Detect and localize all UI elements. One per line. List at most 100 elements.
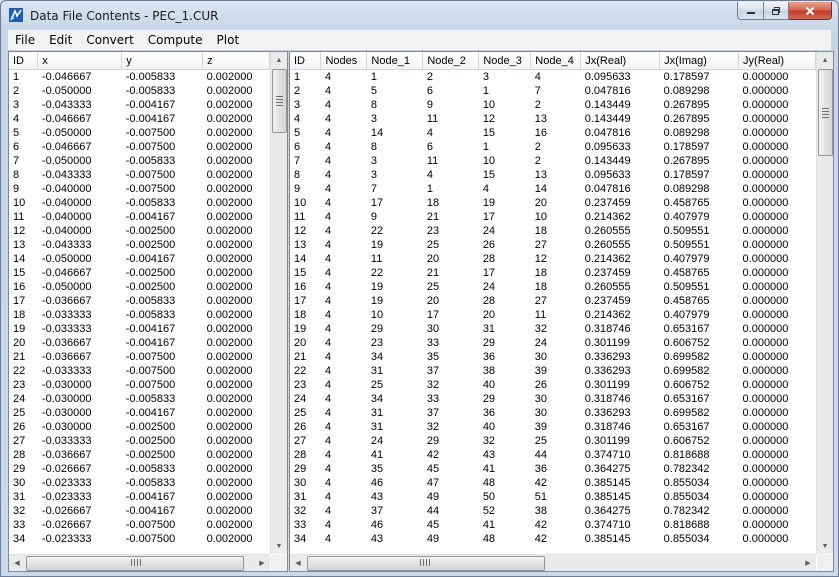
menu-compute[interactable]: Compute bbox=[141, 33, 210, 47]
column-header[interactable]: Jy(Real) bbox=[738, 52, 816, 70]
table-row[interactable]: 20 -0.036667 -0.004167 0.002000 bbox=[9, 336, 270, 350]
column-header[interactable]: Node_3 bbox=[478, 52, 532, 70]
table-row[interactable]: 33 -0.026667 -0.007500 0.002000 bbox=[9, 518, 270, 532]
table-row[interactable]: 10 -0.040000 -0.005833 0.002000 bbox=[9, 196, 270, 210]
table-row[interactable]: 14 4 11 20 28 12 0.214362 0.407979 0.000000 bbox=[290, 252, 816, 266]
menu-convert[interactable]: Convert bbox=[79, 33, 140, 47]
table-row[interactable]: 26 -0.030000 -0.002500 0.002000 bbox=[9, 420, 270, 434]
table-row[interactable]: 21 -0.036667 -0.007500 0.002000 bbox=[9, 350, 270, 364]
nodes-horizontal-scroll-thumb[interactable] bbox=[26, 556, 244, 571]
nodes-vertical-scrollbar[interactable]: ▲ ▼ bbox=[270, 52, 287, 554]
table-row[interactable]: 23 4 25 32 40 26 0.301199 0.606752 0.000000 bbox=[290, 378, 816, 392]
minimize-button[interactable] bbox=[737, 2, 764, 20]
table-row[interactable]: 20 4 23 33 29 24 0.301199 0.606752 0.000000 bbox=[290, 336, 816, 350]
scroll-down-arrow-icon[interactable]: ▼ bbox=[271, 538, 287, 554]
table-row[interactable]: 7 4 3 11 10 2 0.143449 0.267895 0.000000 bbox=[290, 154, 816, 168]
table-row[interactable]: 11 -0.040000 -0.004167 0.002000 bbox=[9, 210, 270, 224]
table-row[interactable]: 5 -0.050000 -0.007500 0.002000 bbox=[9, 126, 270, 140]
table-row[interactable]: 33 4 46 45 41 42 0.374710 0.818688 0.000000 bbox=[290, 518, 816, 532]
title-bar[interactable]: Data File Contents - PEC_1.CUR bbox=[1, 1, 838, 29]
table-row[interactable]: 6 4 8 6 1 2 0.095633 0.178597 0.000000 bbox=[290, 140, 816, 154]
scroll-right-arrow-icon[interactable]: ▶ bbox=[254, 555, 270, 571]
elements-vertical-scroll-thumb[interactable] bbox=[818, 69, 833, 156]
table-row[interactable]: 27 -0.033333 -0.002500 0.002000 bbox=[9, 434, 270, 448]
table-row[interactable]: 19 4 29 30 31 32 0.318746 0.653167 0.000000 bbox=[290, 322, 816, 336]
table-row[interactable]: 15 4 22 21 17 18 0.237459 0.458765 0.000000 bbox=[290, 266, 816, 280]
table-row[interactable]: 11 4 9 21 17 10 0.214362 0.407979 0.000000 bbox=[290, 210, 816, 224]
table-row[interactable]: 9 4 7 1 4 14 0.047816 0.089298 0.000000 bbox=[290, 182, 816, 196]
table-row[interactable]: 19 -0.033333 -0.004167 0.002000 bbox=[9, 322, 270, 336]
table-row[interactable]: 32 4 37 44 52 38 0.364275 0.782342 0.000000 bbox=[290, 504, 816, 518]
scroll-left-arrow-icon[interactable]: ◀ bbox=[9, 555, 25, 571]
table-row[interactable]: 32 -0.026667 -0.004167 0.002000 bbox=[9, 504, 270, 518]
elements-grid[interactable]: ID Nodes Node_1 Node_2 Node_3 Node_4 Jx(Real) J… bbox=[290, 52, 816, 554]
table-row[interactable]: 24 -0.030000 -0.005833 0.002000 bbox=[9, 392, 270, 406]
table-row[interactable]: 16 -0.050000 -0.002500 0.002000 bbox=[9, 280, 270, 294]
table-row[interactable]: 23 -0.030000 -0.007500 0.002000 bbox=[9, 378, 270, 392]
column-header[interactable]: ID bbox=[290, 52, 322, 70]
table-row[interactable]: 3 4 8 9 10 2 0.143449 0.267895 0.000000 bbox=[290, 98, 816, 112]
table-row[interactable]: 28 4 41 42 43 44 0.374710 0.818688 0.000000 bbox=[290, 448, 816, 462]
table-row[interactable]: 1 4 1 2 3 4 0.095633 0.178597 0.000000 bbox=[290, 70, 816, 85]
scroll-up-arrow-icon[interactable]: ▲ bbox=[817, 52, 833, 68]
table-row[interactable]: 27 4 24 29 32 25 0.301199 0.606752 0.000000 bbox=[290, 434, 816, 448]
column-header[interactable]: Nodes bbox=[320, 52, 368, 70]
table-row[interactable]: 6 -0.046667 -0.007500 0.002000 bbox=[9, 140, 270, 154]
scroll-right-arrow-icon[interactable]: ▶ bbox=[800, 555, 816, 571]
table-row[interactable]: 12 -0.040000 -0.002500 0.002000 bbox=[9, 224, 270, 238]
table-row[interactable]: 8 -0.043333 -0.007500 0.002000 bbox=[9, 168, 270, 182]
column-header[interactable]: x bbox=[37, 52, 123, 70]
column-header[interactable]: ID bbox=[9, 52, 39, 70]
table-row[interactable]: 2 -0.050000 -0.005833 0.002000 bbox=[9, 84, 270, 98]
table-row[interactable]: 5 4 14 4 15 16 0.047816 0.089298 0.000000 bbox=[290, 126, 816, 140]
table-row[interactable]: 31 4 43 49 50 51 0.385145 0.855034 0.000000 bbox=[290, 490, 816, 504]
scroll-up-arrow-icon[interactable]: ▲ bbox=[271, 52, 287, 68]
table-row[interactable]: 4 -0.046667 -0.004167 0.002000 bbox=[9, 112, 270, 126]
table-row[interactable]: 28 -0.036667 -0.002500 0.002000 bbox=[9, 448, 270, 462]
column-header[interactable]: Node_4 bbox=[530, 52, 582, 70]
table-row[interactable]: 16 4 19 25 24 18 0.260555 0.509551 0.000000 bbox=[290, 280, 816, 294]
table-row[interactable]: 29 4 35 45 41 36 0.364275 0.782342 0.000000 bbox=[290, 462, 816, 476]
maximize-button[interactable] bbox=[764, 2, 789, 20]
table-row[interactable]: 17 -0.036667 -0.005833 0.002000 bbox=[9, 294, 270, 308]
table-row[interactable]: 10 4 17 18 19 20 0.237459 0.458765 0.000000 bbox=[290, 196, 816, 210]
column-header[interactable]: Jx(Imag) bbox=[659, 52, 740, 70]
table-row[interactable]: 34 4 43 49 48 42 0.385145 0.855034 0.000000 bbox=[290, 532, 816, 546]
table-row[interactable]: 30 -0.023333 -0.005833 0.002000 bbox=[9, 476, 270, 490]
column-header[interactable]: z bbox=[202, 52, 270, 70]
elements-vertical-scrollbar[interactable]: ▲ ▼ bbox=[816, 52, 833, 554]
nodes-grid[interactable]: ID x y z 1 -0.046667 -0.005833 0.002000 2 -0.050… bbox=[9, 52, 270, 554]
table-row[interactable]: 25 -0.030000 -0.004167 0.002000 bbox=[9, 406, 270, 420]
nodes-vertical-scroll-thumb[interactable] bbox=[272, 69, 287, 133]
table-row[interactable]: 3 -0.043333 -0.004167 0.002000 bbox=[9, 98, 270, 112]
table-row[interactable]: 15 -0.046667 -0.002500 0.002000 bbox=[9, 266, 270, 280]
menu-edit[interactable]: Edit bbox=[42, 33, 79, 47]
table-row[interactable]: 2 4 5 6 1 7 0.047816 0.089298 0.000000 bbox=[290, 84, 816, 98]
menu-plot[interactable]: Plot bbox=[210, 33, 247, 47]
table-row[interactable]: 1 -0.046667 -0.005833 0.002000 bbox=[9, 70, 270, 85]
column-header[interactable]: Node_1 bbox=[366, 52, 424, 70]
column-header[interactable]: Jx(Real) bbox=[580, 52, 661, 70]
table-row[interactable]: 9 -0.040000 -0.007500 0.002000 bbox=[9, 182, 270, 196]
table-row[interactable]: 12 4 22 23 24 18 0.260555 0.509551 0.000000 bbox=[290, 224, 816, 238]
elements-horizontal-scroll-thumb[interactable] bbox=[307, 556, 545, 571]
table-row[interactable]: 26 4 31 32 40 39 0.318746 0.653167 0.000000 bbox=[290, 420, 816, 434]
table-row[interactable]: 29 -0.026667 -0.005833 0.002000 bbox=[9, 462, 270, 476]
table-row[interactable]: 7 -0.050000 -0.005833 0.002000 bbox=[9, 154, 270, 168]
elements-horizontal-scrollbar[interactable]: ◀ ▶ bbox=[290, 554, 816, 571]
table-row[interactable]: 25 4 31 37 36 30 0.336293 0.699582 0.000000 bbox=[290, 406, 816, 420]
table-row[interactable]: 30 4 46 47 48 42 0.385145 0.855034 0.000000 bbox=[290, 476, 816, 490]
table-row[interactable]: 13 4 19 25 26 27 0.260555 0.509551 0.000000 bbox=[290, 238, 816, 252]
table-row[interactable]: 22 -0.033333 -0.007500 0.002000 bbox=[9, 364, 270, 378]
table-row[interactable]: 18 4 10 17 20 11 0.214362 0.407979 0.000000 bbox=[290, 308, 816, 322]
column-header[interactable]: Node_2 bbox=[422, 52, 480, 70]
table-row[interactable]: 4 4 3 11 12 13 0.143449 0.267895 0.000000 bbox=[290, 112, 816, 126]
table-row[interactable]: 34 -0.023333 -0.007500 0.002000 bbox=[9, 532, 270, 546]
table-row[interactable]: 17 4 19 20 28 27 0.237459 0.458765 0.000000 bbox=[290, 294, 816, 308]
table-row[interactable]: 8 4 3 4 15 13 0.095633 0.178597 0.000000 bbox=[290, 168, 816, 182]
table-row[interactable]: 21 4 34 35 36 30 0.336293 0.699582 0.000000 bbox=[290, 350, 816, 364]
table-row[interactable]: 31 -0.023333 -0.004167 0.002000 bbox=[9, 490, 270, 504]
table-row[interactable]: 18 -0.033333 -0.005833 0.002000 bbox=[9, 308, 270, 322]
menu-file[interactable]: File bbox=[8, 33, 42, 47]
table-row[interactable]: 13 -0.043333 -0.002500 0.002000 bbox=[9, 238, 270, 252]
